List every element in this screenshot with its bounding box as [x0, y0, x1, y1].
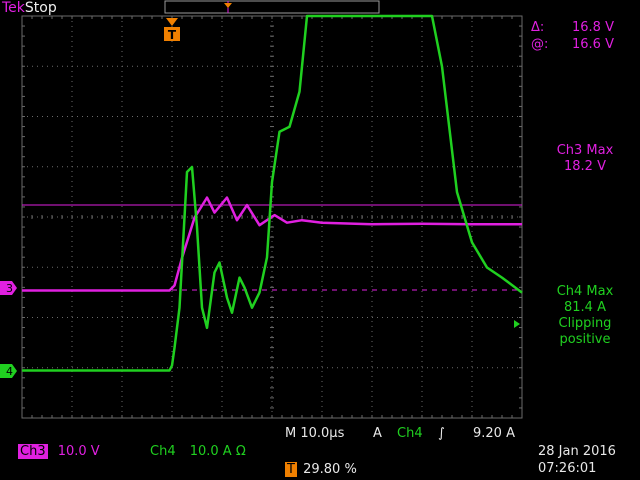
oscilloscope-display: T 3 4	[0, 0, 523, 419]
trigger-source: Ch4	[397, 426, 423, 441]
timebase-label: M	[285, 426, 297, 441]
ch4-scale: 10.0 A Ω	[189, 444, 246, 459]
ch3-ground-label: 3	[6, 282, 13, 295]
trigger-position-value: 29.80 %	[303, 462, 357, 477]
timebase-value: 10.0µs	[300, 426, 345, 441]
cursor-at-label: @:	[531, 37, 549, 52]
trigger-position-tag: T	[285, 462, 297, 477]
trigger-slope-icon: ∫	[438, 426, 445, 441]
run-state-display: TekStop	[2, 0, 57, 16]
date-display: 28 Jan 2016	[538, 444, 616, 459]
ch4-clipping-line1: Clipping	[558, 316, 612, 331]
ch4-clipping-line2: positive	[559, 332, 611, 347]
ch4-ground-label: 4	[6, 365, 13, 378]
ch4-max-label: Ch4 Max	[556, 284, 614, 299]
ch4-max-value: 81.4 A	[564, 300, 606, 315]
ch3-scale-readout[interactable]: Ch3 10.0 V	[18, 444, 100, 460]
ch3-max-label: Ch3 Max	[556, 143, 614, 158]
ch4-label: Ch4	[150, 444, 176, 459]
trigger-mode: A	[373, 426, 382, 441]
timebase-readout: M 10.0µs	[285, 426, 344, 442]
time-display: 07:26:01	[538, 461, 597, 476]
cursor-delta-label: Δ:	[531, 20, 545, 35]
ch3-max-value: 18.2 V	[564, 159, 606, 174]
trigger-position-readout[interactable]: T 29.80 %	[285, 462, 357, 478]
ch4-scale-readout[interactable]: Ch4 10.0 A Ω	[150, 444, 246, 460]
record-position-bar	[164, 0, 380, 14]
cursor-delta-value: 16.8 V	[572, 20, 614, 35]
brand-label: Tek	[2, 0, 25, 16]
trigger-level: 9.20 A	[473, 426, 515, 441]
run-state: Stop	[24, 0, 57, 16]
cursor-at-value: 16.6 V	[572, 37, 614, 52]
ch3-label: Ch3	[18, 444, 48, 459]
trigger-position-letter: T	[168, 28, 177, 42]
record-trigger-marker	[224, 3, 232, 8]
ch3-scale: 10.0 V	[57, 444, 100, 459]
